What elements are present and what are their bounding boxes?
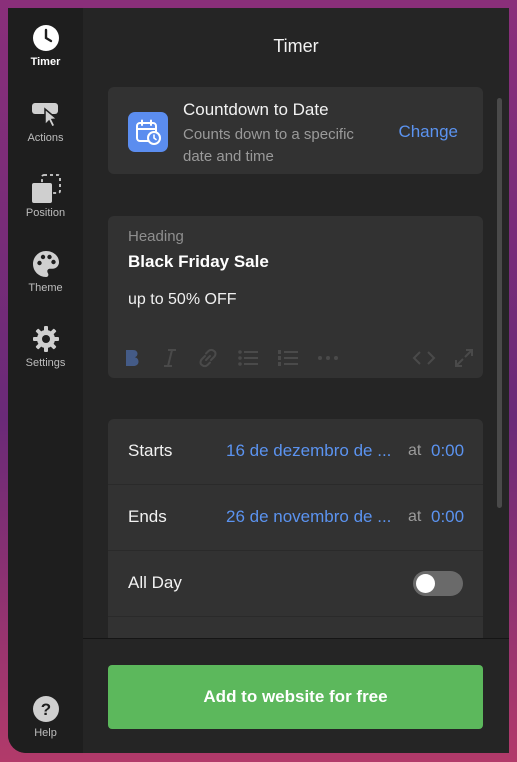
end-date-picker[interactable]: 26 de novembro de ... bbox=[226, 507, 401, 527]
sidebar-item-settings[interactable]: Settings bbox=[8, 323, 83, 369]
countdown-type-card: Countdown to Date Counts down to a speci… bbox=[108, 87, 483, 174]
heading-editor[interactable]: Heading Black Friday Sale up to 50% OFF bbox=[108, 216, 483, 378]
rich-text-toolbar bbox=[120, 344, 475, 372]
heading-text[interactable]: Black Friday Sale bbox=[128, 252, 269, 272]
sidebar-item-label: Help bbox=[34, 727, 57, 739]
help-icon: ? bbox=[32, 696, 59, 722]
end-time-picker[interactable]: 0:00 bbox=[431, 507, 464, 527]
heading-field-label: Heading bbox=[128, 228, 184, 245]
body-text[interactable]: up to 50% OFF bbox=[128, 291, 237, 309]
add-to-website-button[interactable]: Add to website for free bbox=[108, 665, 483, 729]
sidebar-item-label: Theme bbox=[28, 282, 63, 294]
sidebar-item-label: Settings bbox=[25, 357, 66, 369]
bold-icon[interactable] bbox=[120, 344, 144, 372]
svg-text:?: ? bbox=[40, 700, 50, 719]
at-label: at bbox=[408, 508, 422, 525]
ends-label: Ends bbox=[128, 507, 167, 526]
schedule-card: Starts 16 de dezembro de ... at 0:00 End… bbox=[108, 419, 483, 649]
scrollbar[interactable] bbox=[497, 98, 502, 508]
expand-icon[interactable] bbox=[452, 344, 476, 372]
starts-row: Starts 16 de dezembro de ... at 0:00 bbox=[108, 419, 483, 485]
palette-icon bbox=[32, 251, 59, 277]
all-day-toggle[interactable] bbox=[413, 571, 463, 596]
all-day-label: All Day bbox=[128, 573, 182, 592]
sidebar-item-label: Position bbox=[25, 207, 66, 219]
numbered-list-icon[interactable] bbox=[276, 344, 300, 372]
bullet-list-icon[interactable] bbox=[236, 344, 260, 372]
clock-icon bbox=[32, 25, 59, 51]
all-day-row: All Day bbox=[108, 551, 483, 617]
calendar-clock-icon bbox=[128, 112, 168, 152]
timer-panel: Timer Countdown to Date Counts down to a… bbox=[83, 8, 509, 753]
cursor-click-icon bbox=[31, 103, 59, 128]
gear-icon bbox=[32, 326, 59, 352]
at-label: at bbox=[408, 442, 422, 459]
toggle-knob bbox=[416, 574, 435, 593]
position-icon bbox=[31, 174, 61, 203]
link-icon[interactable] bbox=[196, 344, 220, 372]
sidebar-item-theme[interactable]: Theme bbox=[8, 248, 83, 294]
ends-row: Ends 26 de novembro de ... at 0:00 bbox=[108, 485, 483, 551]
sidebar-item-position[interactable]: Position bbox=[8, 173, 83, 219]
start-time-picker[interactable]: 0:00 bbox=[431, 441, 464, 461]
italic-icon[interactable] bbox=[158, 344, 182, 372]
code-view-icon[interactable] bbox=[412, 344, 436, 372]
countdown-type-title: Countdown to Date bbox=[183, 100, 329, 119]
footer: Add to website for free bbox=[83, 638, 509, 753]
start-date-picker[interactable]: 16 de dezembro de ... bbox=[226, 441, 401, 461]
sidebar-item-timer[interactable]: Timer bbox=[8, 22, 83, 68]
sidebar-item-label: Actions bbox=[27, 132, 64, 144]
sidebar-item-label: Timer bbox=[30, 56, 61, 68]
more-options-icon[interactable] bbox=[316, 344, 340, 372]
countdown-type-description: Counts down to a specific date and time bbox=[183, 126, 354, 165]
sidebar-item-help[interactable]: ? Help bbox=[8, 693, 83, 739]
sidebar-item-actions[interactable]: Actions bbox=[8, 98, 83, 144]
page-title: Timer bbox=[273, 36, 319, 56]
starts-label: Starts bbox=[128, 441, 173, 460]
change-countdown-type-link[interactable]: Change bbox=[398, 122, 458, 142]
sidebar: Timer Actions Position Theme Settings ? … bbox=[8, 8, 84, 753]
editor-window: Timer Actions Position Theme Settings ? … bbox=[8, 8, 509, 753]
